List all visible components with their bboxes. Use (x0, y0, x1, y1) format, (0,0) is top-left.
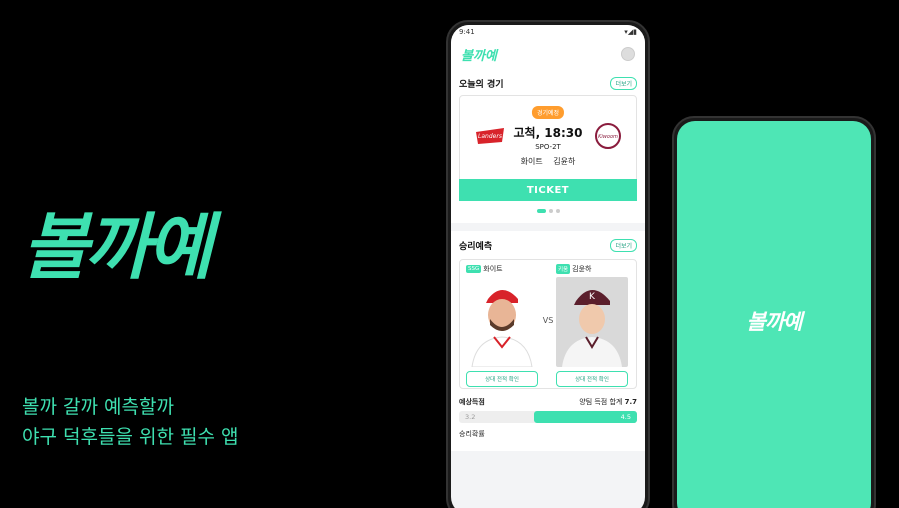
left-score: 3.2 (465, 413, 476, 421)
today-games-section: 오늘의 경기 더보기 경기예정 Landers 고척, 18:30 SPO-2T… (451, 69, 645, 223)
pitcher-photo-right: K (556, 277, 628, 367)
ticket-button[interactable]: TICKET (459, 179, 637, 201)
kiwoom-logo-icon: Kiwoom (595, 123, 621, 149)
total-score: 양팀 득점 합계 7.7 (579, 398, 637, 406)
today-more-button[interactable]: 더보기 (610, 76, 637, 90)
carousel-dot[interactable] (548, 209, 553, 213)
winrate-label: 승리확률 (459, 430, 485, 438)
carousel-dot-active[interactable] (536, 209, 546, 213)
tagline-line-2: 야구 덕후들을 위한 필수 앱 (22, 426, 239, 448)
left-pitcher-column: SSG 화이트 상대 전적 확인 (466, 264, 540, 387)
status-icons: ▾◢▮ (624, 28, 637, 36)
status-time: 9:41 (459, 28, 475, 36)
team-tag-left: SSG (466, 265, 482, 273)
carousel-dots[interactable] (459, 201, 637, 223)
splash-logo: 볼까예 (746, 310, 803, 334)
right-pitcher-column: 키움 김윤하 K 상대 전적 확인 (556, 264, 630, 387)
tagline-line-1: 볼까 갈까 예측할까 (22, 396, 174, 418)
phone-mockup-splash: 볼까예 (672, 116, 876, 508)
pitcher-name-right: 김윤하 (572, 265, 592, 273)
splash-screen: 볼까예 (677, 121, 871, 508)
carousel-dot[interactable] (555, 209, 560, 213)
away-pitcher: 김윤하 (553, 157, 576, 166)
app-screen: 9:41 ▾◢▮ 볼까예 오늘의 경기 더보기 경기예정 Landers 고척,… (451, 25, 645, 508)
team-tag-right: 키움 (556, 264, 571, 274)
app-bar: 볼까예 (451, 39, 645, 69)
record-button-right[interactable]: 상대 전적 확인 (556, 371, 628, 387)
home-pitcher: 화이트 (520, 157, 543, 166)
vs-label: VS (542, 316, 554, 325)
status-badge: 경기예정 (531, 106, 565, 119)
prediction-card: SSG 화이트 상대 전적 확인 VS 키움 김윤하 K 상대 전적 확인 (459, 259, 637, 389)
profile-avatar-icon[interactable] (621, 47, 635, 61)
tagline: 볼까 갈까 예측할까 야구 덕후들을 위한 필수 앱 (22, 392, 238, 452)
predict-more-button[interactable]: 더보기 (610, 238, 637, 252)
hero-logo: 볼까예 (22, 205, 213, 289)
score-row: 예상득점 양팀 득점 합계 7.7 (459, 397, 637, 407)
section-title-today: 오늘의 경기 (459, 79, 504, 90)
section-title-predict: 승리예측 (459, 241, 493, 252)
phone-mockup-main: 9:41 ▾◢▮ 볼까예 오늘의 경기 더보기 경기예정 Landers 고척,… (446, 20, 650, 508)
svg-text:Kiwoom: Kiwoom (598, 134, 618, 140)
score-label: 예상득점 (459, 398, 485, 406)
right-score: 4.5 (620, 413, 631, 421)
game-card[interactable]: 경기예정 Landers 고척, 18:30 SPO-2T Kiwoom 화이트… (459, 95, 637, 201)
score-bar: 3.2 4.5 (459, 411, 637, 423)
app-logo: 볼까예 (461, 48, 497, 64)
status-bar: 9:41 ▾◢▮ (451, 25, 645, 39)
prediction-section: 승리예측 더보기 SSG 화이트 상대 전적 확인 VS 키움 김윤하 K 상대… (451, 231, 645, 451)
pitcher-photo-left (466, 277, 538, 367)
record-button-left[interactable]: 상대 전적 확인 (466, 371, 538, 387)
pitcher-name-left: 화이트 (483, 265, 503, 273)
